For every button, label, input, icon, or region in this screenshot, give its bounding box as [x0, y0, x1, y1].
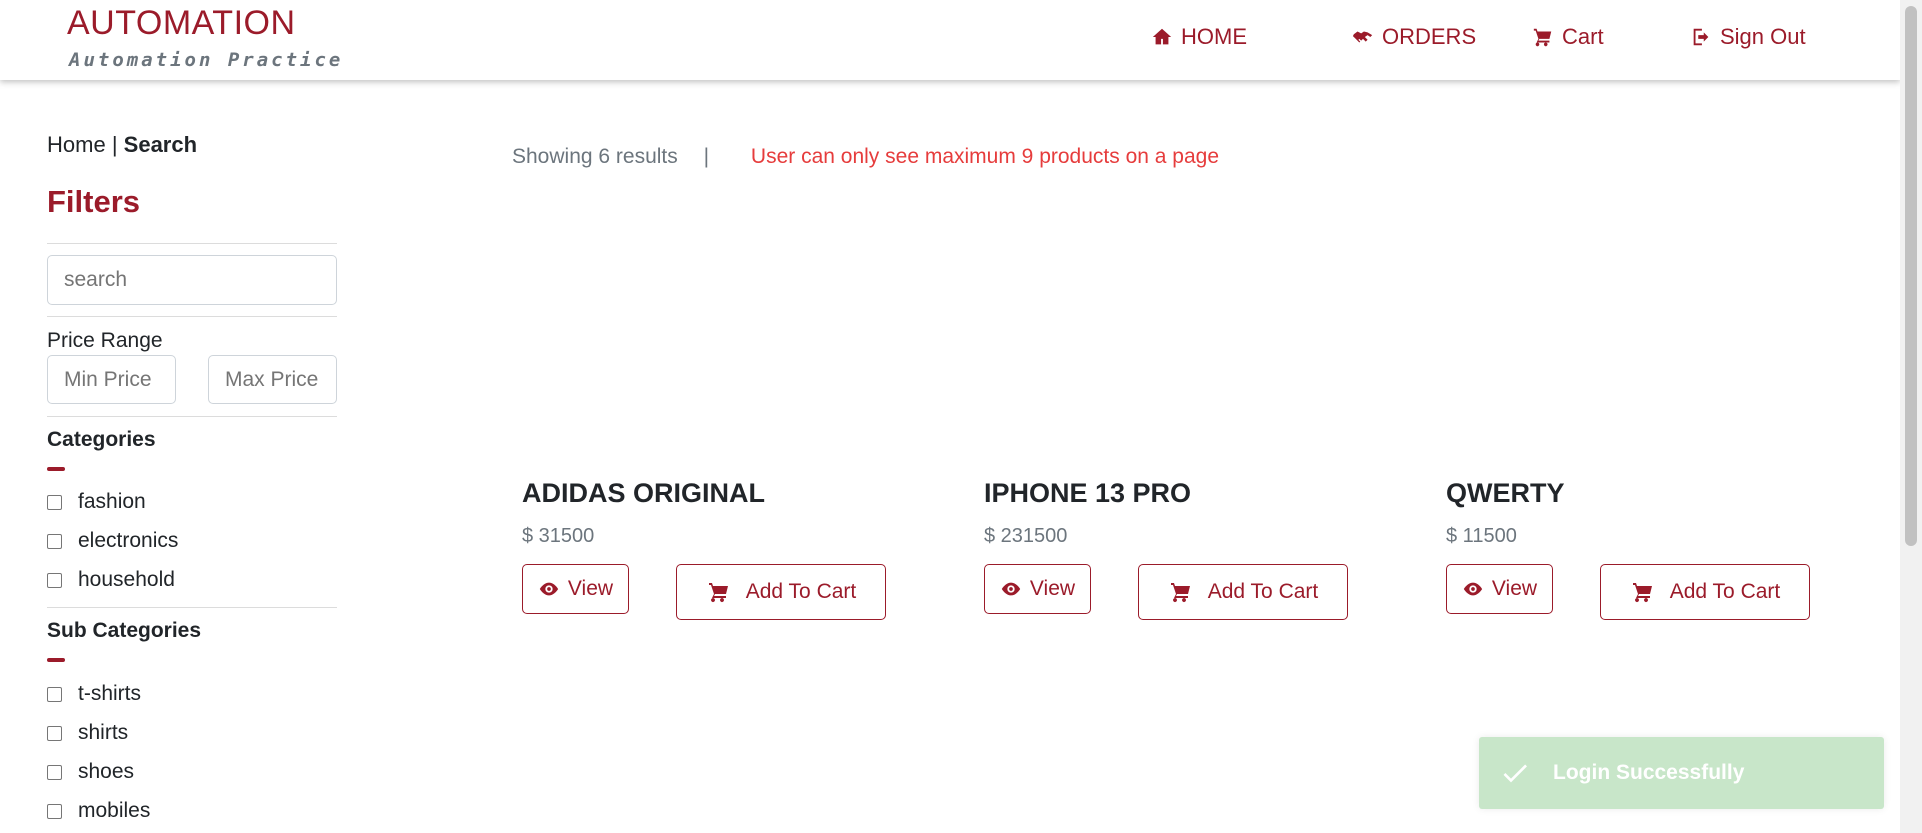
divider [47, 243, 337, 244]
product-name: ADIDAS ORIGINAL [522, 478, 765, 508]
cart-icon [1632, 583, 1652, 603]
subcategories-accent [47, 658, 65, 662]
toast-message: Login Successfully [1553, 761, 1745, 784]
eye-icon [539, 582, 559, 596]
add-to-cart-button[interactable]: Add To Cart [1600, 564, 1810, 620]
nav-home-label: HOME [1181, 24, 1247, 49]
checkbox[interactable] [47, 572, 62, 588]
filters-heading: Filters [47, 184, 141, 219]
breadcrumb-home[interactable]: Home [47, 132, 106, 157]
checkbox[interactable] [47, 764, 62, 780]
results-summary: Showing 6 results | User can only see ma… [512, 145, 1219, 169]
scrollbar-thumb[interactable] [1905, 6, 1917, 546]
cart-icon [1533, 28, 1552, 47]
home-icon [1152, 28, 1172, 45]
view-label: View [1029, 577, 1076, 600]
subcategory-label: mobiles [78, 799, 151, 822]
nav-home[interactable]: HOME [1151, 24, 1247, 50]
view-button[interactable]: View [1446, 564, 1553, 614]
nav-cart-label: Cart [1562, 24, 1604, 49]
breadcrumb: Home | Search [47, 132, 197, 158]
checkbox[interactable] [47, 686, 62, 702]
results-separator: | [703, 145, 710, 168]
view-label: View [1491, 577, 1538, 600]
add-to-cart-label: Add To Cart [1207, 580, 1319, 603]
subcategory-t-shirts[interactable]: t-shirts [47, 682, 141, 706]
view-label: View [567, 577, 614, 600]
cart-icon [1170, 583, 1190, 603]
breadcrumb-separator: | [111, 132, 118, 157]
subcategory-label: shirts [78, 721, 129, 744]
subcategory-label: t-shirts [78, 682, 141, 705]
category-label: electronics [78, 529, 179, 552]
min-price-input[interactable] [47, 355, 176, 404]
nav-sign-out-label: Sign Out [1720, 24, 1806, 49]
add-to-cart-button[interactable]: Add To Cart [1138, 564, 1348, 620]
divider [47, 316, 337, 317]
checkbox[interactable] [47, 494, 62, 510]
subcategory-shirts[interactable]: shirts [47, 721, 128, 745]
subcategory-shoes[interactable]: shoes [47, 760, 134, 784]
breadcrumb-current: Search [123, 132, 198, 157]
nav-orders-label: ORDERS [1382, 24, 1477, 49]
price-range-label: Price Range [47, 329, 163, 352]
add-to-cart-label: Add To Cart [1669, 580, 1781, 603]
view-button[interactable]: View [522, 564, 629, 614]
product-price: $ 31500 [522, 525, 595, 547]
categories-heading: Categories [47, 428, 156, 451]
checkbox[interactable] [47, 725, 62, 741]
subcategory-label: shoes [78, 760, 135, 783]
search-input[interactable] [47, 255, 337, 305]
subcategories-heading: Sub Categories [47, 619, 202, 642]
category-household[interactable]: household [47, 568, 175, 592]
divider [47, 416, 337, 417]
nav-cart[interactable]: Cart [1532, 24, 1604, 50]
categories-accent [47, 467, 65, 471]
subcategory-mobiles[interactable]: mobiles [47, 799, 150, 823]
product-name: QWERTY [1446, 478, 1565, 508]
brand-subtitle: Automation Practice [69, 49, 344, 71]
checkbox[interactable] [47, 803, 62, 819]
checkbox[interactable] [47, 533, 62, 549]
divider [47, 607, 337, 608]
product-price: $ 231500 [984, 525, 1068, 547]
cart-icon [708, 583, 728, 603]
vertical-scrollbar[interactable] [1900, 0, 1922, 833]
product-name: IPHONE 13 PRO [984, 478, 1192, 508]
brand-title[interactable]: AUTOMATION [67, 4, 296, 43]
category-label: household [78, 568, 175, 591]
handshake-icon [1352, 31, 1373, 43]
view-button[interactable]: View [984, 564, 1091, 614]
add-to-cart-label: Add To Cart [745, 580, 857, 603]
nav-sign-out[interactable]: Sign Out [1690, 24, 1806, 50]
results-count: Showing 6 results [512, 145, 678, 168]
check-icon [1503, 764, 1527, 783]
category-fashion[interactable]: fashion [47, 490, 146, 514]
product-price: $ 11500 [1446, 525, 1517, 547]
max-price-input[interactable] [208, 355, 337, 404]
eye-icon [1463, 582, 1483, 596]
eye-icon [1001, 582, 1021, 596]
top-navbar: AUTOMATION Automation Practice HOME ORDE… [0, 0, 1900, 80]
login-success-toast[interactable]: Login Successfully [1479, 737, 1884, 809]
sign-out-icon [1693, 28, 1709, 46]
add-to-cart-button[interactable]: Add To Cart [676, 564, 886, 620]
limit-notice: User can only see maximum 9 products on … [750, 145, 1219, 168]
category-label: fashion [78, 490, 146, 513]
nav-orders[interactable]: ORDERS [1352, 24, 1476, 50]
category-electronics[interactable]: electronics [47, 529, 178, 553]
